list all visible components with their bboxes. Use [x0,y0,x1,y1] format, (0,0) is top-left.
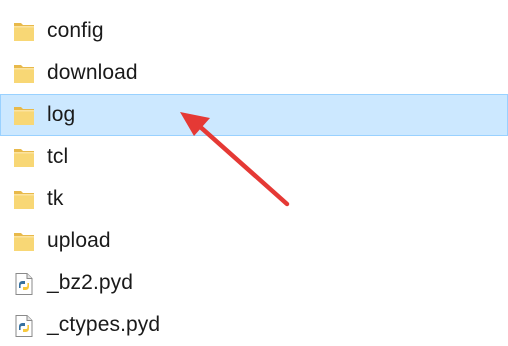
file-name: _bz2.pyd [47,271,134,294]
file-name: config [47,19,104,42]
file-list: config download log tcl tk upload _bz2.p… [0,10,508,346]
folder-icon [12,20,36,44]
file-name: upload [47,229,111,252]
folder-icon [12,62,36,86]
python-file-icon [12,272,36,296]
folder-icon [12,230,36,254]
file-name: _ctypes.pyd [47,313,161,336]
file-name: log [47,103,76,126]
file-row-tk[interactable]: tk [0,178,508,220]
file-row-upload[interactable]: upload [0,220,508,262]
file-name: tk [47,187,64,210]
file-name: download [47,61,138,84]
file-row-log[interactable]: log [0,94,508,136]
file-row-download[interactable]: download [0,52,508,94]
folder-icon [12,104,36,128]
file-row-ctypes-pyd[interactable]: _ctypes.pyd [0,304,508,346]
folder-icon [12,146,36,170]
file-name: tcl [47,145,69,168]
python-file-icon [12,314,36,338]
file-row-config[interactable]: config [0,10,508,52]
file-row-bz2-pyd[interactable]: _bz2.pyd [0,262,508,304]
folder-icon [12,188,36,212]
file-row-tcl[interactable]: tcl [0,136,508,178]
